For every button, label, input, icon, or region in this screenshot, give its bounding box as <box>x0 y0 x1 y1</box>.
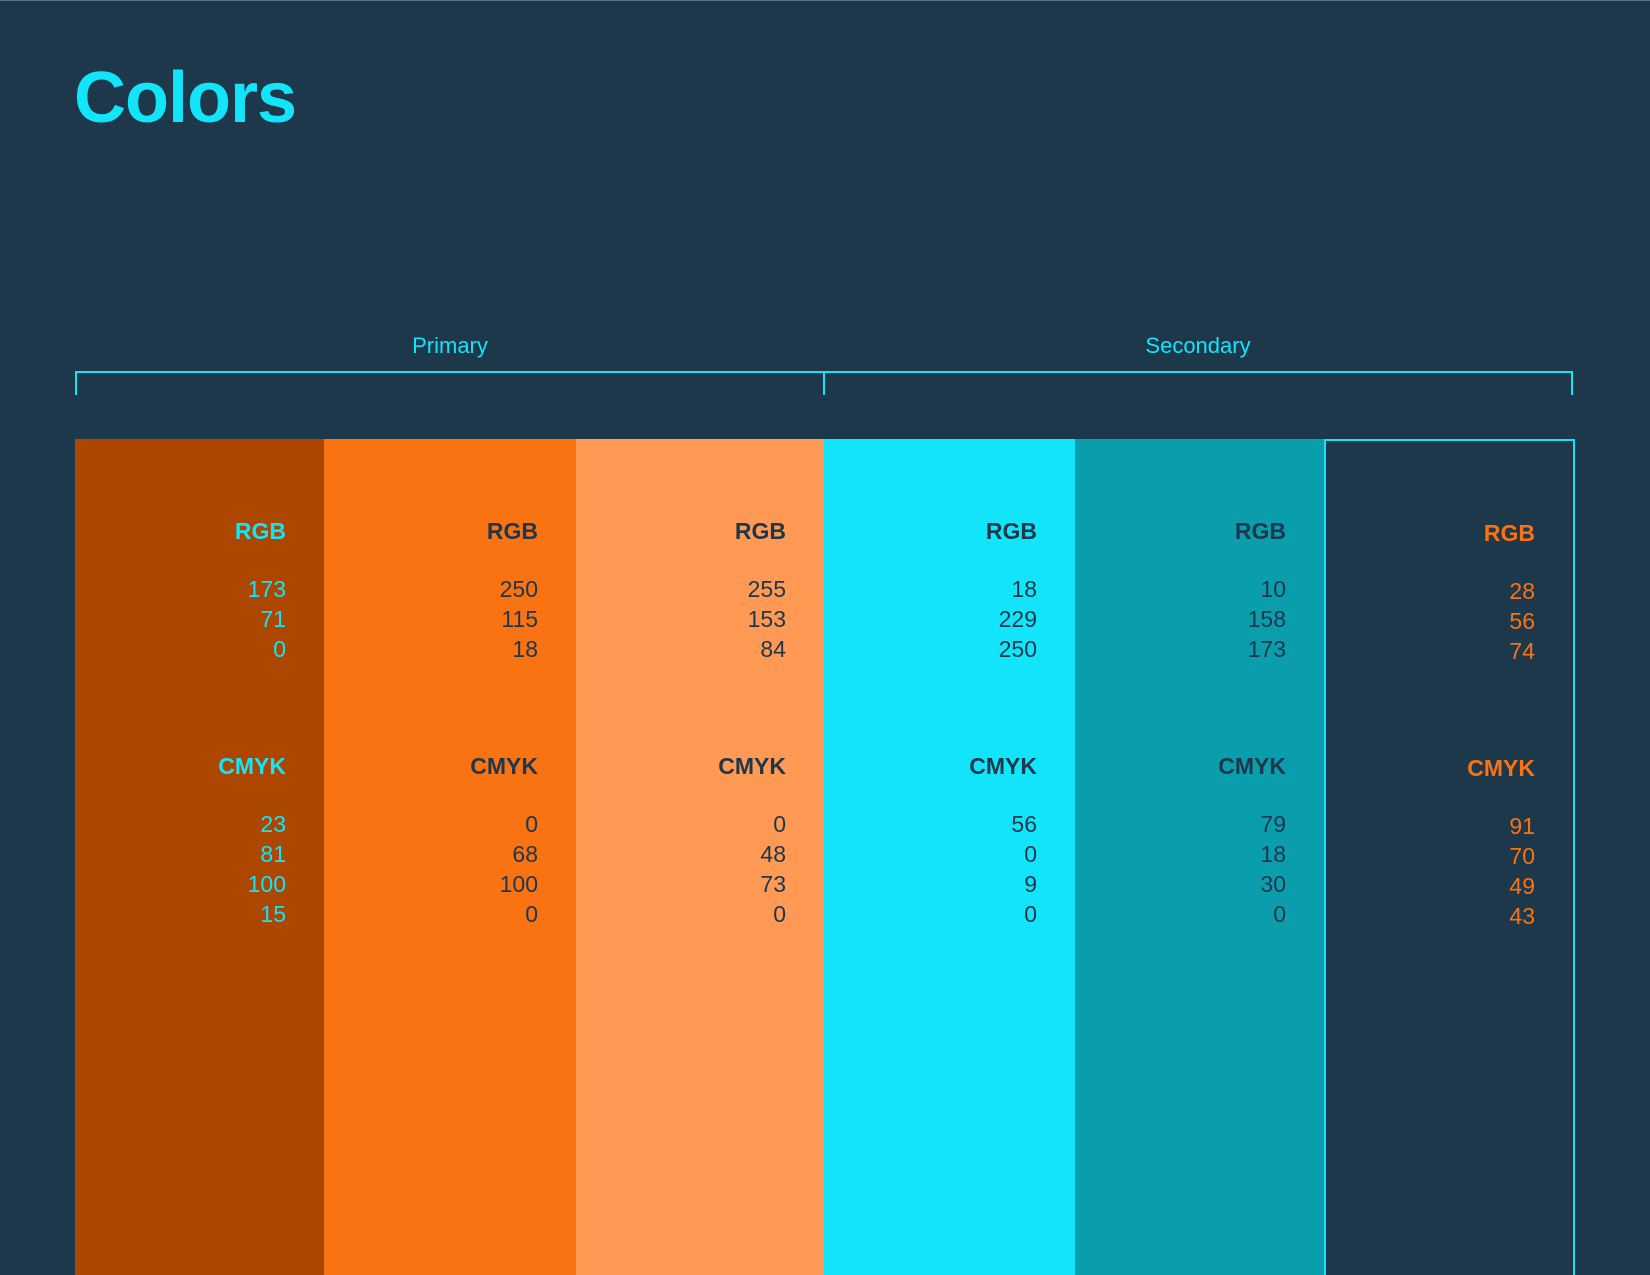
rgb-value: 56 <box>1509 608 1535 634</box>
cmyk-values: 0 48 73 0 <box>718 809 786 929</box>
rgb-label: RGB <box>1483 520 1535 546</box>
color-swatch: RGB 18 229 250 CMYK 56 0 9 0 <box>824 439 1075 1275</box>
cmyk-values: 23 81 100 15 <box>218 809 286 929</box>
rgb-values: 255 153 84 <box>735 574 786 664</box>
cmyk-value: 43 <box>1509 903 1535 929</box>
cmyk-value: 0 <box>773 811 786 837</box>
color-swatch: RGB 10 158 173 CMYK 79 18 30 0 <box>1075 439 1324 1275</box>
cmyk-value: 73 <box>760 871 786 897</box>
rgb-label: RGB <box>234 518 286 544</box>
cmyk-value: 100 <box>499 871 538 897</box>
cmyk-value: 79 <box>1260 811 1286 837</box>
rgb-value: 255 <box>747 576 786 602</box>
cmyk-value: 18 <box>1260 841 1286 867</box>
rgb-values: 18 229 250 <box>986 574 1037 664</box>
rgb-label: RGB <box>1234 518 1286 544</box>
cmyk-block: CMYK 91 70 49 43 <box>1467 757 1535 931</box>
rgb-block: RGB 10 158 173 <box>1235 520 1286 664</box>
cmyk-label: CMYK <box>1218 753 1286 779</box>
rgb-value: 158 <box>1247 606 1286 632</box>
rgb-value: 250 <box>499 576 538 602</box>
cmyk-value: 49 <box>1509 873 1535 899</box>
rgb-value: 115 <box>501 606 538 632</box>
rgb-label: RGB <box>985 518 1037 544</box>
cmyk-value: 30 <box>1260 871 1286 897</box>
cmyk-value: 56 <box>1011 811 1037 837</box>
rgb-value: 173 <box>247 576 286 602</box>
group-label-primary: Primary <box>412 333 488 358</box>
rgb-value: 153 <box>747 606 786 632</box>
cmyk-value: 68 <box>512 841 538 867</box>
rgb-value: 84 <box>760 636 786 662</box>
cmyk-label: CMYK <box>969 753 1037 779</box>
cmyk-values: 91 70 49 43 <box>1467 811 1535 931</box>
rgb-values: 28 56 74 <box>1484 576 1535 666</box>
cmyk-values: 79 18 30 0 <box>1218 809 1286 929</box>
cmyk-block: CMYK 0 48 73 0 <box>718 755 786 929</box>
group-label-secondary: Secondary <box>1145 333 1251 358</box>
cmyk-value: 15 <box>260 901 286 927</box>
rgb-values: 250 115 18 <box>487 574 538 664</box>
cmyk-block: CMYK 56 0 9 0 <box>969 755 1037 929</box>
rgb-value: 18 <box>1011 576 1037 602</box>
cmyk-values: 0 68 100 0 <box>470 809 538 929</box>
cmyk-value: 81 <box>260 841 286 867</box>
cmyk-value: 23 <box>260 811 286 837</box>
rgb-block: RGB 173 71 0 <box>235 520 286 664</box>
rgb-value: 28 <box>1509 578 1535 604</box>
color-swatch: RGB 255 153 84 CMYK 0 48 73 0 <box>576 439 824 1275</box>
rgb-label: RGB <box>734 518 786 544</box>
color-swatches: RGB 173 71 0 CMYK 23 81 100 15 RGB 250 115 18 CMYK 0 68… <box>75 439 1575 1275</box>
cmyk-label: CMYK <box>218 753 286 779</box>
rgb-value: 173 <box>1247 636 1286 662</box>
rgb-value: 229 <box>998 606 1037 632</box>
cmyk-block: CMYK 0 68 100 0 <box>470 755 538 929</box>
cmyk-block: CMYK 23 81 100 15 <box>218 755 286 929</box>
cmyk-label: CMYK <box>470 753 538 779</box>
cmyk-value: 0 <box>1273 901 1286 927</box>
rgb-label: RGB <box>486 518 538 544</box>
cmyk-label: CMYK <box>718 753 786 779</box>
cmyk-value: 0 <box>525 901 538 927</box>
cmyk-value: 0 <box>773 901 786 927</box>
page-title: Colors <box>74 58 297 138</box>
cmyk-value: 100 <box>247 871 286 897</box>
rgb-value: 74 <box>1509 638 1535 664</box>
rgb-block: RGB 255 153 84 <box>735 520 786 664</box>
rgb-value: 18 <box>512 636 538 662</box>
rgb-block: RGB 28 56 74 <box>1484 522 1535 666</box>
cmyk-label: CMYK <box>1467 755 1535 781</box>
cmyk-value: 91 <box>1509 813 1535 839</box>
cmyk-value: 0 <box>525 811 538 837</box>
cmyk-value: 0 <box>1024 841 1037 867</box>
cmyk-value: 0 <box>1024 901 1037 927</box>
rgb-block: RGB 250 115 18 <box>487 520 538 664</box>
rgb-value: 250 <box>998 636 1037 662</box>
cmyk-block: CMYK 79 18 30 0 <box>1218 755 1286 929</box>
rgb-value: 10 <box>1260 576 1286 602</box>
rgb-values: 10 158 173 <box>1235 574 1286 664</box>
rgb-values: 173 71 0 <box>235 574 286 664</box>
cmyk-value: 48 <box>760 841 786 867</box>
cmyk-value: 70 <box>1509 843 1535 869</box>
color-swatch: RGB 250 115 18 CMYK 0 68 100 0 <box>324 439 576 1275</box>
cmyk-value: 9 <box>1024 871 1037 897</box>
rgb-block: RGB 18 229 250 <box>986 520 1037 664</box>
cmyk-values: 56 0 9 0 <box>969 809 1037 929</box>
rgb-value: 0 <box>273 636 286 662</box>
color-swatch: RGB 173 71 0 CMYK 23 81 100 15 <box>75 439 324 1275</box>
top-border <box>0 0 1650 1</box>
color-swatch: RGB 28 56 74 CMYK 91 70 49 43 <box>1324 439 1575 1275</box>
rgb-value: 71 <box>260 606 286 632</box>
